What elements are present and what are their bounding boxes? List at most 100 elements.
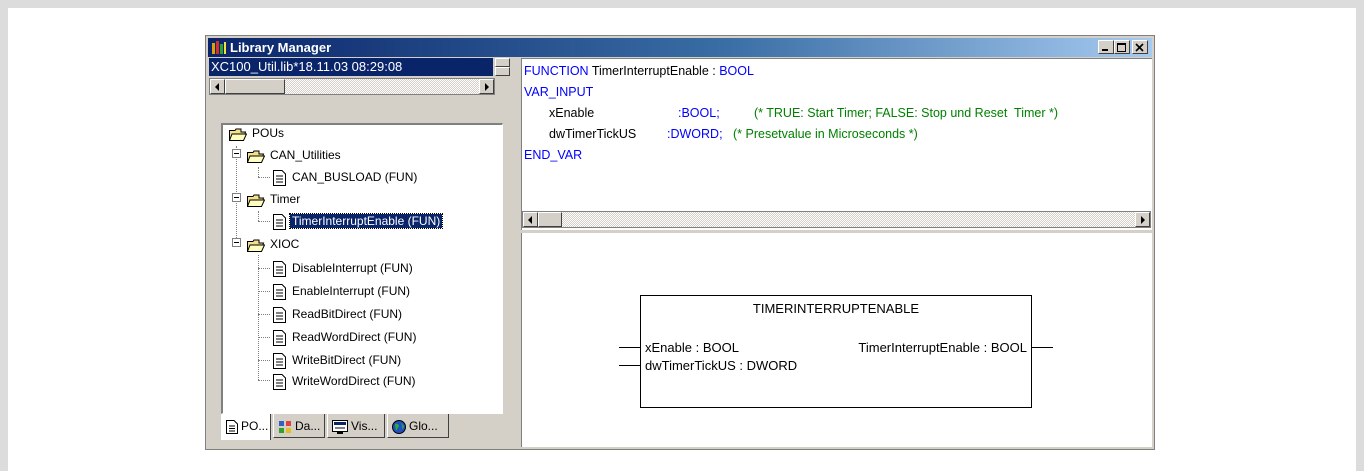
scroll-right-button[interactable] [1135, 212, 1150, 227]
tree-node-label: Timer [270, 192, 301, 206]
document-icon [273, 213, 286, 230]
tab-pous[interactable]: PO... [221, 414, 271, 440]
function-signature: TimerInterruptEnable : [588, 64, 720, 78]
tree-node-label: XIOC [270, 237, 300, 251]
spin-up-button[interactable] [495, 58, 510, 67]
code-line-var2-type: :DWORD; [667, 127, 723, 141]
tree-leaf-can-busload[interactable]: CAN_BUSLOAD (FUN) [273, 167, 419, 187]
library-manager-window: Library Manager XC100_Util.lib*18.11.03 … [205, 35, 1155, 450]
code-line-var1-name: xEnable [549, 106, 595, 120]
tab-label: Vis... [351, 419, 378, 433]
document-icon [273, 169, 286, 186]
tab-global-variables[interactable]: Glo... [387, 414, 449, 438]
tree-connector [258, 291, 270, 292]
return-type: BOOL [719, 64, 754, 78]
graphical-view: TIMERINTERRUPTENABLE xEnable : BOOL dwTi… [521, 233, 1152, 447]
tree-node-xioc[interactable]: XIOC [246, 234, 301, 254]
document-icon [273, 306, 286, 323]
tree-connector [258, 380, 270, 381]
tree-node-label: WriteWordDirect (FUN) [292, 374, 416, 388]
tree-leaf-timer-interrupt-enable[interactable]: TimerInterruptEnable (FUN) [273, 211, 444, 231]
library-horizontal-scrollbar[interactable] [209, 78, 495, 95]
tree-node-label: ReadBitDirect (FUN) [292, 307, 403, 321]
declaration-editor[interactable]: FUNCTION TimerInterruptEnable : BOOL VAR… [521, 58, 1152, 230]
folder-open-icon [246, 238, 266, 253]
tab-visualizations[interactable]: Vis... [327, 414, 385, 438]
tree-node-can-utilities[interactable]: CAN_Utilities [246, 145, 343, 165]
tree-connector [258, 167, 259, 177]
tree-connector [258, 211, 259, 221]
tree-node-label: POUs [252, 126, 285, 140]
tree-node-label: CAN_Utilities [270, 148, 341, 162]
globe-icon [392, 419, 406, 434]
code-line-end-var: END_VAR [524, 148, 583, 162]
folder-open-icon [246, 193, 266, 208]
arrow-left-icon [528, 216, 532, 224]
data-types-icon [279, 420, 291, 433]
tree-node-label: ReadWordDirect (FUN) [292, 330, 417, 344]
code-line-var2-comment: (* Presetvalue in Microseconds *) [733, 127, 918, 141]
tree-leaf-write-bit-direct[interactable]: WriteBitDirect (FUN) [273, 350, 403, 370]
tree-connector [258, 314, 270, 315]
scrollbar-thumb[interactable] [225, 79, 285, 94]
tree-leaf-enable-interrupt[interactable]: EnableInterrupt (FUN) [273, 281, 412, 301]
visualization-icon [332, 419, 348, 434]
tree-node-label: EnableInterrupt (FUN) [292, 284, 411, 298]
tree-leaf-read-bit-direct[interactable]: ReadBitDirect (FUN) [273, 304, 404, 324]
document-icon [273, 329, 286, 346]
document-icon [226, 419, 238, 434]
tree-leaf-write-word-direct[interactable]: WriteWordDirect (FUN) [273, 371, 418, 391]
tree-node-label: CAN_BUSLOAD (FUN) [292, 170, 418, 184]
tab-label: Da... [295, 419, 321, 433]
tree-node-label: WriteBitDirect (FUN) [292, 353, 402, 367]
function-block-input-1: xEnable : BOOL [645, 340, 739, 355]
code-horizontal-scrollbar[interactable] [522, 211, 1151, 228]
scroll-left-button[interactable] [523, 212, 538, 227]
document-icon [273, 352, 286, 369]
function-block-input-2: dwTimerTickUS : DWORD [645, 358, 798, 373]
output-pin-line [1032, 347, 1053, 348]
function-block-output-1: TimerInterruptEnable : BOOL [858, 340, 1027, 355]
close-icon [1135, 43, 1144, 52]
tree-node-label: DisableInterrupt (FUN) [292, 261, 413, 275]
code-line-var1-comment: (* TRUE: Start Timer; FALSE: Stop und Re… [754, 106, 1059, 120]
tree-leaf-disable-interrupt[interactable]: DisableInterrupt (FUN) [273, 258, 415, 278]
tab-label: Glo... [409, 419, 438, 433]
window-title: Library Manager [230, 40, 332, 55]
folder-open-icon [246, 149, 266, 164]
document-icon [273, 373, 286, 390]
title-bar[interactable]: Library Manager [208, 38, 1152, 57]
pou-tree[interactable]: POUs CAN_Utilities CAN_BUSLOAD (FUN) Tim… [221, 123, 503, 414]
collapse-toggle[interactable] [232, 193, 241, 202]
maximize-icon [1117, 43, 1126, 52]
scroll-left-button[interactable] [210, 79, 225, 94]
code-line-function: FUNCTION TimerInterruptEnable : BOOL [524, 61, 754, 82]
tree-connector [258, 177, 270, 178]
library-spin-control[interactable] [495, 58, 510, 76]
input-pin-line [619, 365, 640, 366]
tree-connector [258, 337, 270, 338]
collapse-toggle[interactable] [232, 149, 241, 158]
tree-connector [258, 221, 270, 222]
tree-node-timer[interactable]: Timer [246, 189, 302, 209]
tab-data-types[interactable]: Da... [273, 414, 325, 438]
minimize-icon [1102, 49, 1108, 51]
code-line-var2-name: dwTimerTickUS [549, 127, 637, 141]
minimize-button[interactable] [1098, 40, 1114, 54]
code-line-var-input: VAR_INPUT [524, 85, 594, 99]
tree-leaf-read-word-direct[interactable]: ReadWordDirect (FUN) [273, 327, 418, 347]
close-button[interactable] [1132, 40, 1148, 54]
scrollbar-thumb[interactable] [538, 212, 562, 227]
folder-open-icon [228, 127, 248, 142]
scroll-right-button[interactable] [479, 79, 494, 94]
collapse-toggle[interactable] [232, 238, 241, 247]
maximize-button[interactable] [1114, 40, 1130, 54]
arrow-left-icon [215, 83, 219, 91]
library-selector-field[interactable]: XC100_Util.lib*18.11.03 08:29:08 [209, 58, 493, 76]
spin-down-button[interactable] [495, 67, 510, 76]
document-icon [273, 283, 286, 300]
tree-connector [258, 360, 270, 361]
tab-label: PO... [241, 419, 269, 433]
tree-node-pous[interactable]: POUs [228, 123, 286, 143]
function-block-box[interactable]: TIMERINTERRUPTENABLE xEnable : BOOL dwTi… [640, 295, 1032, 408]
